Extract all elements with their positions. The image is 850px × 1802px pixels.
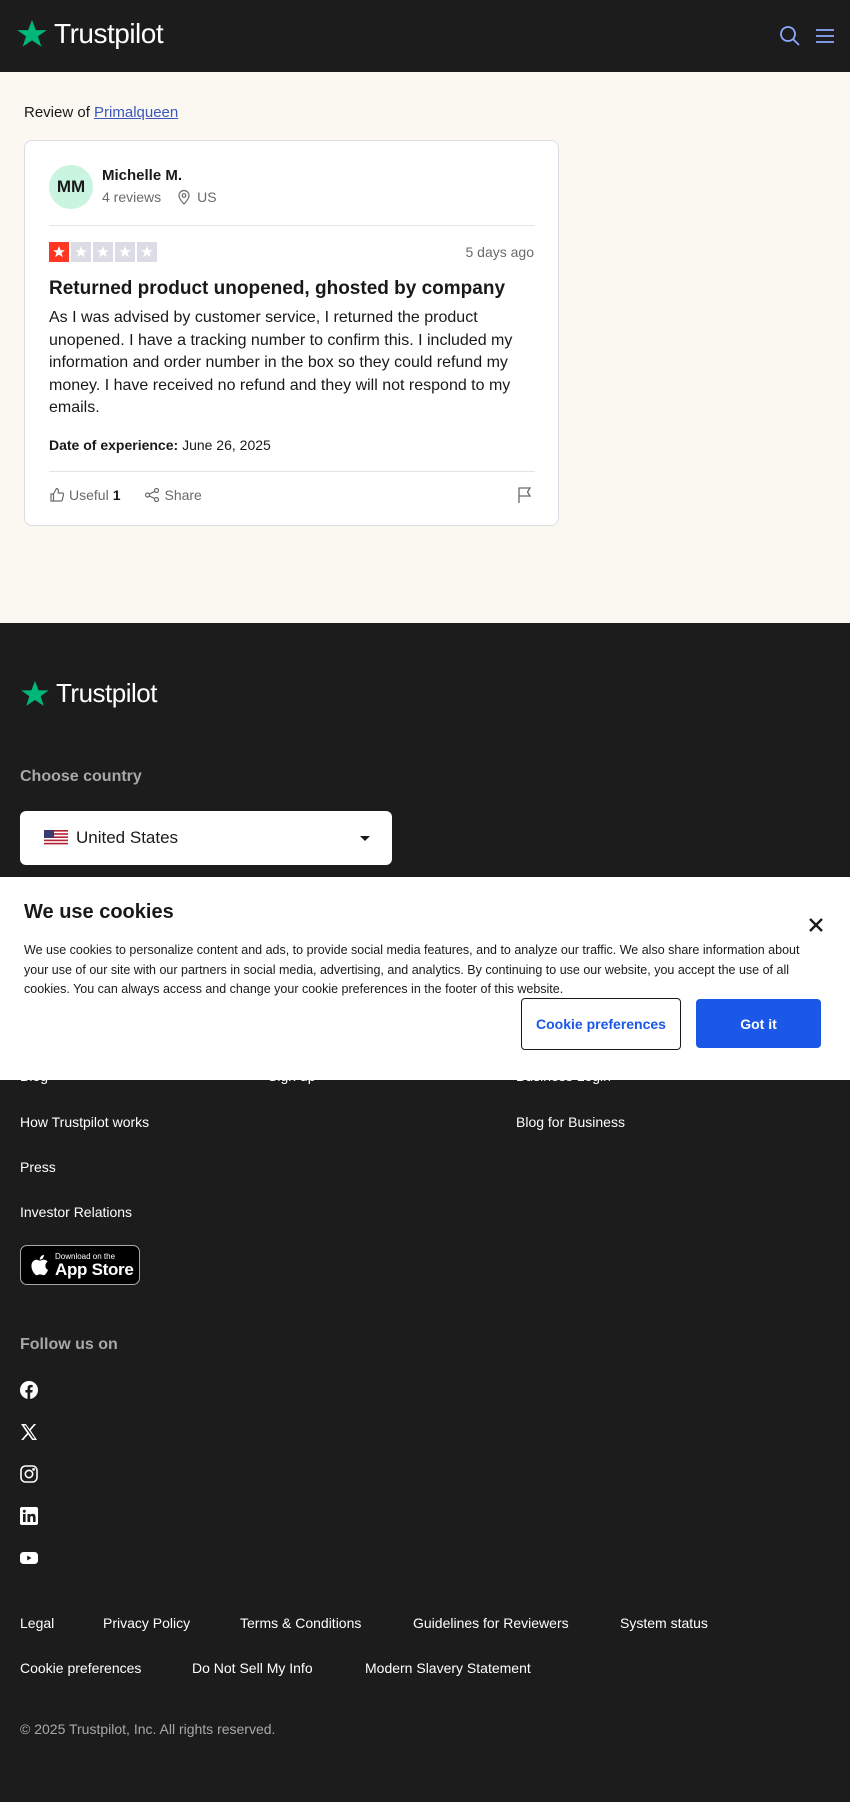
- apple-icon: [31, 1254, 48, 1276]
- star-4-icon: [115, 242, 135, 262]
- star-3-icon: [93, 242, 113, 262]
- review-of-prefix: Review of: [24, 104, 90, 121]
- useful-count: 1: [112, 487, 121, 503]
- experience-label: Date of experience:: [49, 437, 179, 453]
- legal-link-modern-slavery[interactable]: Modern Slavery Statement: [365, 1660, 531, 1676]
- footer-trustpilot-logo[interactable]: Trustpilot: [20, 678, 157, 709]
- site-header: Trustpilot: [0, 0, 850, 72]
- company-link[interactable]: Primalqueen: [94, 104, 178, 121]
- share-button[interactable]: Share: [144, 487, 202, 503]
- useful-button[interactable]: Useful 1: [49, 487, 120, 503]
- cookie-banner: We use cookies We use cookies to persona…: [0, 877, 850, 1080]
- avatar[interactable]: MM: [49, 165, 93, 209]
- copyright: © 2025 Trustpilot, Inc. All rights reser…: [20, 1721, 276, 1737]
- reviewer-name[interactable]: Michelle M.: [102, 167, 182, 184]
- search-icon[interactable]: [778, 24, 802, 48]
- choose-country-heading: Choose country: [20, 768, 142, 785]
- footer-link-investor-relations[interactable]: Investor Relations: [20, 1204, 132, 1220]
- review-date: 5 days ago: [465, 244, 535, 260]
- site-footer: Trustpilot Choose country United States …: [0, 623, 850, 1802]
- legal-link-legal[interactable]: Legal: [20, 1615, 54, 1631]
- card-divider-bottom: [49, 471, 535, 472]
- trustpilot-logo[interactable]: Trustpilot: [16, 18, 164, 50]
- selected-country: United States: [76, 828, 179, 847]
- footer-link-press[interactable]: Press: [20, 1159, 56, 1175]
- review-count: 4 reviews: [102, 189, 162, 205]
- legal-link-cookie-preferences[interactable]: Cookie preferences: [20, 1660, 141, 1676]
- star-2-icon: [71, 242, 91, 262]
- review-body: As I was advised by customer service, I …: [49, 309, 513, 416]
- follow-us-heading: Follow us on: [20, 1336, 118, 1353]
- legal-link-terms[interactable]: Terms & Conditions: [240, 1615, 361, 1631]
- review-of-line: Review of Primalqueen: [24, 104, 178, 121]
- facebook-icon[interactable]: [20, 1381, 38, 1399]
- cookie-text: We use cookies to personalize content an…: [24, 943, 800, 996]
- trustpilot-star-icon: [21, 680, 49, 706]
- legal-link-do-not-sell[interactable]: Do Not Sell My Info: [192, 1660, 313, 1676]
- star-5-icon: [137, 242, 157, 262]
- location-pin-icon: [178, 189, 190, 205]
- card-divider-top: [49, 225, 535, 226]
- got-it-button[interactable]: Got it: [696, 999, 821, 1048]
- x-icon[interactable]: [20, 1423, 38, 1441]
- footer-link-blog-for-business[interactable]: Blog for Business: [516, 1114, 625, 1130]
- share-label: Share: [164, 487, 202, 503]
- thumbs-up-icon: [50, 487, 65, 502]
- brand-name: Trustpilot: [54, 18, 164, 49]
- useful-label: Useful: [69, 487, 109, 503]
- app-store-big: App Store: [55, 1259, 134, 1279]
- review-actions: Useful 1 Share: [49, 487, 226, 503]
- close-icon[interactable]: [808, 917, 824, 933]
- share-icon: [145, 487, 160, 503]
- legal-link-privacy-policy[interactable]: Privacy Policy: [103, 1615, 190, 1631]
- app-store-badge[interactable]: Download on the App Store: [20, 1245, 140, 1285]
- reviewer-meta: 4 reviews US: [102, 189, 217, 205]
- us-flag-icon: [44, 830, 68, 846]
- youtube-icon[interactable]: [20, 1549, 38, 1567]
- date-of-experience: Date of experience: June 26, 2025: [49, 437, 271, 453]
- hamburger-menu-icon[interactable]: [813, 24, 837, 48]
- star-rating: [49, 242, 157, 262]
- review-title[interactable]: Returned product unopened, ghosted by co…: [49, 278, 505, 300]
- experience-date: June 26, 2025: [182, 437, 271, 453]
- linkedin-icon[interactable]: [20, 1507, 38, 1525]
- flag-icon[interactable]: [516, 486, 534, 504]
- footer-brand-name: Trustpilot: [56, 678, 157, 708]
- cookie-title: We use cookies: [24, 901, 174, 923]
- trustpilot-star-icon: [17, 20, 47, 47]
- cookie-preferences-button[interactable]: Cookie preferences: [521, 998, 681, 1050]
- legal-link-guidelines[interactable]: Guidelines for Reviewers: [413, 1615, 569, 1631]
- review-card: MM Michelle M. 4 reviews US 5 days ago R…: [24, 140, 559, 526]
- footer-link-how-it-works[interactable]: How Trustpilot works: [20, 1114, 149, 1130]
- chevron-down-icon: [360, 836, 370, 841]
- legal-link-system-status[interactable]: System status: [620, 1615, 708, 1631]
- app-store-text: Download on the App Store: [55, 1252, 134, 1279]
- star-1-icon: [49, 242, 69, 262]
- country-select[interactable]: United States: [20, 811, 392, 865]
- main-content: Review of Primalqueen MM Michelle M. 4 r…: [0, 72, 850, 623]
- instagram-icon[interactable]: [20, 1465, 38, 1483]
- reviewer-country: US: [197, 189, 217, 205]
